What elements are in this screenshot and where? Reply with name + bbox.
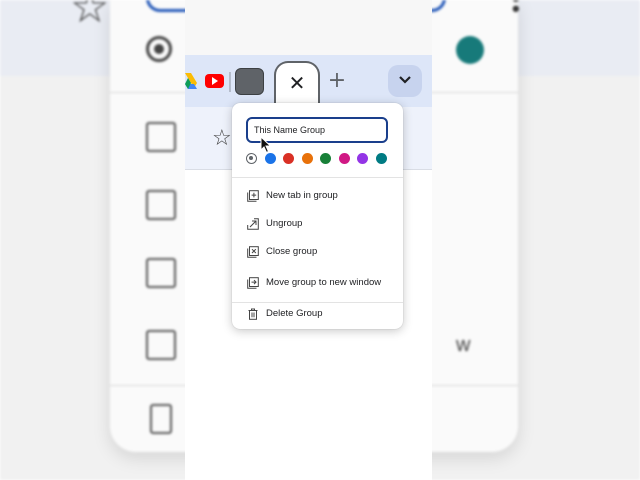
bookmark-star-icon[interactable]: ☆ [212,126,232,151]
menu-divider [232,177,403,178]
menu-item-ungroup[interactable]: Ungroup [232,213,403,237]
menu-item-move-group-to-new-window[interactable]: Move group to new window [232,272,403,296]
color-swatch-blue[interactable] [264,153,276,164]
tab-overview-button[interactable] [388,65,422,97]
menu-item-delete-group[interactable]: Delete Group [232,303,403,327]
menu-item-new-tab-in-group[interactable]: New tab in group [232,185,403,209]
move-to-window-icon [247,277,259,289]
trash-icon [248,308,258,320]
color-swatch-red[interactable] [283,153,294,164]
menu-item-label: New tab in group [266,190,338,201]
new-tab-in-group-icon [247,190,259,202]
close-tab-icon[interactable]: ✕ [276,71,318,95]
menu-item-label: Move group to new window [266,277,382,288]
chevron-down-icon [399,76,411,84]
color-swatch-purple[interactable] [357,153,368,164]
color-swatch-pink[interactable] [338,153,350,164]
tab-group-menu: New tab in group Ungroup Close group Mov… [232,103,403,329]
mouse-cursor-icon [260,136,272,154]
group-color-picker [246,153,396,167]
menu-item-label: Delete Group [266,308,323,319]
tab-group-chip[interactable] [235,68,264,95]
tab-separator [229,72,231,92]
active-tab[interactable]: ✕ [274,61,320,107]
color-swatch-cyan[interactable] [375,153,387,164]
youtube-icon[interactable] [205,74,224,88]
menu-item-close-group[interactable]: Close group [232,241,403,265]
menu-item-label: Ungroup [266,218,303,229]
google-drive-icon[interactable] [185,73,197,89]
ungroup-icon [247,218,259,230]
color-swatch-grey[interactable] [246,153,257,164]
color-swatch-orange[interactable] [301,153,313,164]
close-group-icon [247,246,259,258]
menu-item-label: Close group [266,246,318,257]
status-area [185,0,432,55]
color-swatch-green[interactable] [320,153,331,164]
new-tab-button[interactable]: + [327,68,347,94]
